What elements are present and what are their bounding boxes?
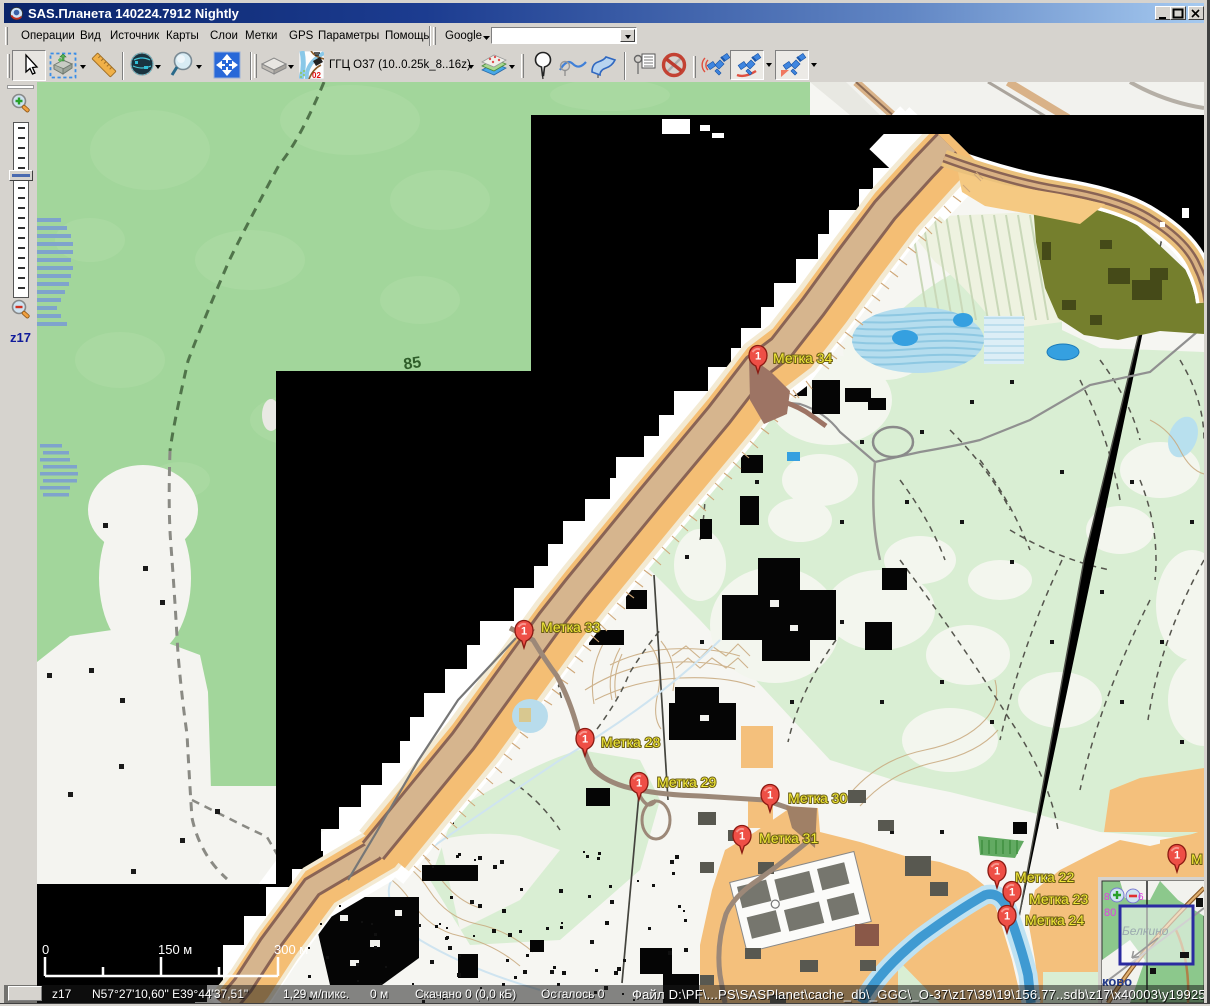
svg-text:Метка 24: Метка 24 [1025,912,1084,928]
svg-text:1: 1 [1174,850,1180,862]
svg-text:1: 1 [767,790,773,802]
svg-text:1: 1 [755,351,761,363]
svg-text:1: 1 [1009,887,1015,899]
svg-text:8: 8 [1104,892,1110,903]
svg-text:1: 1 [582,734,588,746]
svg-text:Метка 34: Метка 34 [773,350,832,366]
svg-text:80: 80 [1104,907,1116,919]
svg-text:Метка 33: Метка 33 [541,619,600,635]
svg-text:Метка 29: Метка 29 [657,774,716,790]
svg-text:Метка 28: Метка 28 [601,734,660,750]
svg-text:02: 02 [312,71,321,79]
svg-text:1: 1 [994,866,1000,878]
svg-text:Метка 30: Метка 30 [788,790,847,806]
svg-text:150 м: 150 м [158,942,192,957]
svg-text:Метка 22: Метка 22 [1015,869,1074,885]
svg-text:85: 85 [402,354,422,373]
svg-text:1: 1 [739,831,745,843]
svg-text:1: 1 [1004,911,1010,923]
svg-text:Метка 23: Метка 23 [1029,891,1088,907]
svg-text:1: 1 [636,778,642,790]
svg-text:Белкино: Белкино [1122,924,1169,938]
svg-text:1: 1 [521,626,527,638]
svg-text:М: М [1191,851,1203,867]
svg-text:6: 6 [1138,892,1144,903]
svg-text:Метка 31: Метка 31 [759,830,818,846]
svg-text:300 м: 300 м [274,942,308,957]
svg-text:0: 0 [42,942,49,957]
